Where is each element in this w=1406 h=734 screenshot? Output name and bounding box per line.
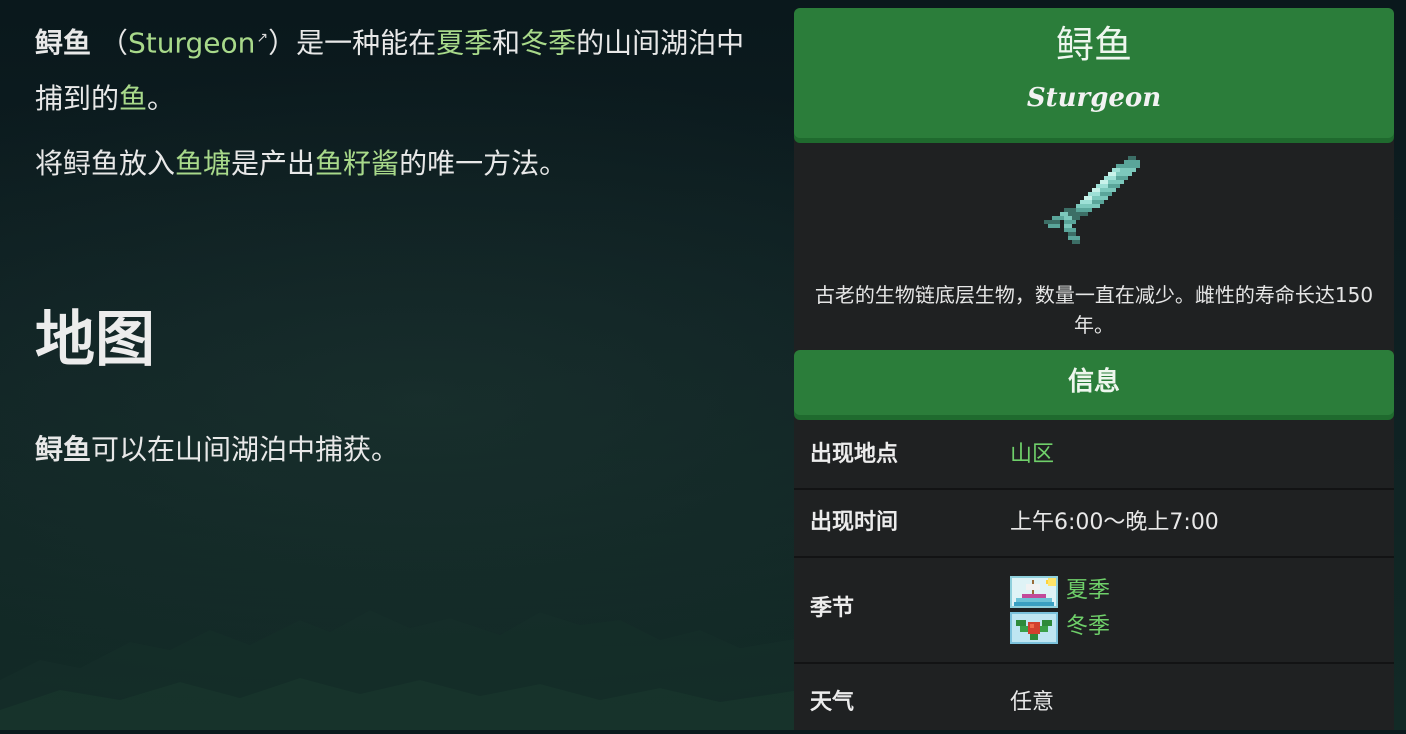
infobox-title: 鲟鱼 <box>1055 23 1132 67</box>
winter-link[interactable]: 冬季 <box>1066 612 1110 642</box>
season-label: 季节 <box>810 596 855 621</box>
infobox: 鲟鱼 Sturgeon 古老的生物链底层生物，数量一直在减少。雌性的寿命长达15… <box>794 8 1394 730</box>
weather-value: 任意 <box>1010 690 1055 715</box>
pond-text: 的唯一方法。 <box>399 147 568 180</box>
intro-text: 。 <box>147 82 176 116</box>
summer-season-icon <box>1010 576 1058 608</box>
fish-pond-link[interactable]: 鱼塘 <box>175 147 231 180</box>
caviar-link[interactable]: 鱼籽酱 <box>315 147 399 180</box>
mountain-silhouette <box>0 610 800 730</box>
subject-name: 鲟鱼 <box>35 26 92 60</box>
time-value: 上午6:00～晚上7:00 <box>1010 510 1219 535</box>
summer-link[interactable]: 夏季 <box>1066 576 1110 606</box>
summer-link[interactable]: 夏季 <box>436 26 492 59</box>
sturgeon-link[interactable]: 鲟鱼 <box>35 433 91 466</box>
season-row: 季节 夏季 冬季 <box>794 558 1394 664</box>
winter-link[interactable]: 冬季 <box>520 26 576 59</box>
pond-text: 将鲟鱼放入 <box>35 147 176 180</box>
infobox-subtitle: Sturgeon <box>1026 83 1162 113</box>
location-row: 出现地点 山区 <box>794 422 1394 490</box>
location-link[interactable]: 山区 <box>1010 440 1054 470</box>
info-section-header: 信息 <box>794 350 1394 415</box>
pond-text: 是产出 <box>231 147 316 180</box>
paren-open: （ <box>99 26 128 60</box>
time-label: 出现时间 <box>810 510 899 535</box>
english-name-link[interactable]: Sturgeon <box>128 26 255 59</box>
intro-paragraph: 鲟鱼 （Sturgeon↗）是一种能在夏季和冬季的山间湖泊中捕到的鱼。 <box>35 10 755 127</box>
infobox-description: 古老的生物链底层生物，数量一直在减少。雌性的寿命长达150年。 <box>814 283 1374 337</box>
paren-close: ） <box>268 26 297 60</box>
fish-link[interactable]: 鱼 <box>119 82 147 115</box>
external-link-icon: ↗ <box>256 30 269 46</box>
sturgeon-fish-icon <box>1044 156 1140 244</box>
intro-text: 是一种能在 <box>296 26 437 60</box>
time-row: 出现时间 上午6:00～晚上7:00 <box>794 490 1394 558</box>
infobox-header: 鲟鱼 Sturgeon <box>794 8 1394 138</box>
weather-label: 天气 <box>810 690 855 715</box>
season-summer[interactable]: 夏季 <box>1010 576 1210 608</box>
map-heading: 地图 <box>35 305 155 375</box>
winter-season-icon <box>1010 612 1058 644</box>
pond-paragraph: 将鲟鱼放入鱼塘是产出鱼籽酱的唯一方法。 <box>35 136 755 192</box>
season-winter[interactable]: 冬季 <box>1010 612 1210 644</box>
location-label: 出现地点 <box>810 442 899 467</box>
map-paragraph: 鲟鱼可以在山间湖泊中捕获。 <box>35 422 755 478</box>
weather-row: 天气 任意 <box>794 664 1394 734</box>
map-text: 可以在山间湖泊中捕获。 <box>91 433 400 466</box>
intro-text: 和 <box>492 26 521 60</box>
